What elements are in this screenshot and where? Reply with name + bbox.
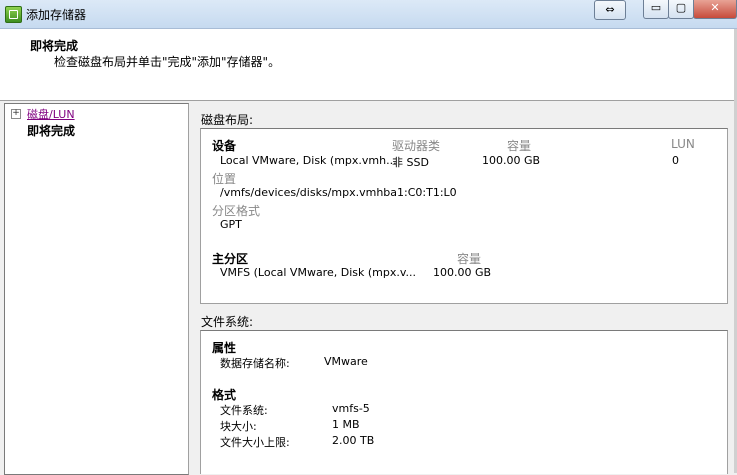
device-header: 设备 [212, 139, 237, 153]
device-name: Local VMware, Disk (mpx.vmh... [220, 154, 397, 167]
page-description: 检查磁盘布局并单击"完成"添加"存储器"。 [54, 55, 281, 69]
capacity-value: 100.00 GB [482, 154, 541, 167]
swap-view-button[interactable]: ⇔ [594, 0, 626, 20]
window-title: 添加存储器 [26, 8, 87, 22]
capacity-header: 容量 [507, 139, 532, 153]
disk-layout-panel: 设备 驱动器类 容量 LUN Local VMware, Disk (mpx.v… [200, 128, 728, 304]
driver-type-header: 驱动器类 [392, 139, 441, 153]
nav-current-step: 即将完成 [27, 124, 76, 138]
title-bar: 添加存储器 ⇔ ▭ ▢ ✕ [0, 0, 737, 29]
primary-capacity-header: 容量 [457, 252, 482, 266]
max-file-size-value: 2.00 TB [332, 434, 375, 447]
primary-partition-capacity: 100.00 GB [433, 266, 492, 279]
fs-label: 文件系统: [220, 404, 268, 417]
location-value: /vmfs/devices/disks/mpx.vmhba1:C0:T1:L0 [220, 186, 457, 199]
fs-value: vmfs-5 [332, 402, 370, 415]
max-file-size-label: 文件大小上限: [220, 436, 290, 449]
format-header: 格式 [212, 388, 237, 402]
disk-layout-label: 磁盘布局: [201, 113, 254, 127]
app-icon [5, 6, 22, 23]
block-size-value: 1 MB [332, 418, 360, 431]
lun-header: LUN [671, 137, 695, 151]
maximize-button[interactable]: ▢ [668, 0, 694, 19]
block-size-label: 块大小: [220, 420, 257, 433]
close-button[interactable]: ✕ [693, 0, 737, 19]
primary-partition-header: 主分区 [212, 252, 249, 266]
expand-icon[interactable]: + [11, 109, 21, 119]
datastore-name-label: 数据存储名称: [220, 357, 290, 370]
page-title: 即将完成 [30, 39, 79, 53]
partition-format-label: 分区格式 [212, 204, 261, 218]
properties-header: 属性 [212, 341, 237, 355]
lun-value: 0 [672, 154, 679, 167]
file-system-label: 文件系统: [201, 315, 254, 329]
driver-type-value: 非 SSD [392, 156, 429, 169]
nav-link-disk-lun[interactable]: 磁盘/LUN [27, 106, 75, 122]
minimize-button[interactable]: ▭ [643, 0, 669, 19]
location-label: 位置 [212, 172, 237, 186]
wizard-header: 即将完成 检查磁盘布局并单击"完成"添加"存储器"。 [0, 29, 737, 101]
file-system-panel: 属性 数据存储名称: VMware 格式 文件系统: vmfs-5 块大小: 1… [200, 330, 728, 474]
datastore-name-value: VMware [324, 355, 368, 368]
wizard-nav: + 磁盘/LUN 即将完成 [4, 103, 189, 475]
primary-partition-name: VMFS (Local VMware, Disk (mpx.v... [220, 266, 416, 279]
partition-format-value: GPT [220, 218, 242, 231]
